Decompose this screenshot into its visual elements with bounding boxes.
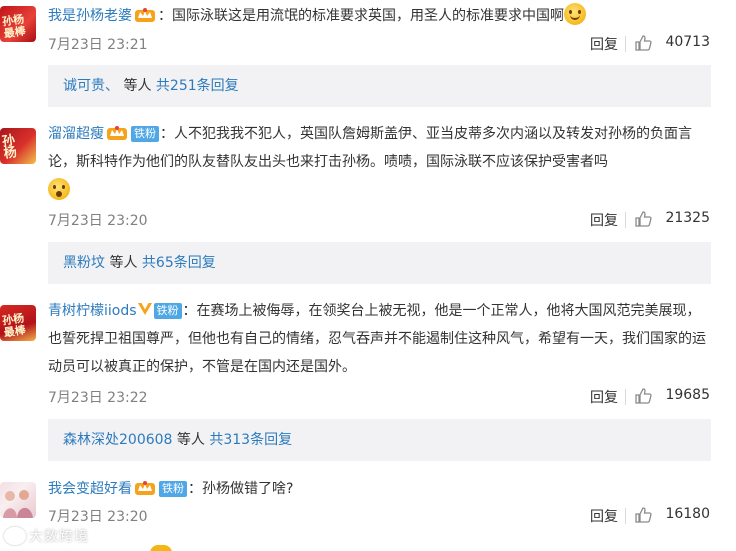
avatar-caption: 孙杨 <box>1 133 18 162</box>
divider <box>625 389 626 405</box>
smile-emoji-icon <box>564 3 586 25</box>
comment-meta: 7月23日 23:20 回复 21325 <box>48 210 710 230</box>
comment-time: 7月23日 23:20 <box>48 213 148 229</box>
subreply-bar[interactable]: 黑粉坟 等人 共65条回复 <box>48 242 711 284</box>
avatar[interactable]: 孙杨 <box>0 128 36 164</box>
verified-v-icon <box>137 303 152 315</box>
fan-badge: 铁粉 <box>153 303 182 319</box>
subreply-user[interactable]: 诚可贵、 <box>63 78 119 94</box>
fan-badge: 铁粉 <box>159 481 187 497</box>
comment-time: 7月23日 23:20 <box>48 509 148 525</box>
avatar[interactable]: 孙杨 最棒 <box>0 6 36 42</box>
fan-badge: 铁粉 <box>131 126 159 142</box>
thumbs-up-icon[interactable] <box>634 210 652 228</box>
reply-button[interactable]: 回复 <box>590 387 618 407</box>
comment-body: 我会变超好看 铁粉 ：孙杨做错了啥? <box>48 475 714 503</box>
avatar-photo-icon <box>3 490 33 518</box>
subreply-mid: 等人 <box>172 432 210 448</box>
avatar-caption: 孙杨 最棒 <box>1 311 27 340</box>
subreply-count-link[interactable]: 共65条回复 <box>142 255 216 271</box>
comment-body: 溜溜超瘦 铁粉 ：人不犯我我不犯人，英国队詹姆斯盖伊、亚当皮蒂多次内涵以及转发对孙杨… <box>48 120 714 205</box>
username-link[interactable]: 青树柠檬iiods <box>48 303 137 319</box>
reply-button[interactable]: 回复 <box>590 210 618 230</box>
divider <box>625 508 626 524</box>
avatar-caption: 孙杨 最棒 <box>1 12 27 41</box>
surprised-emoji-icon <box>48 178 70 200</box>
subreply-user[interactable]: 森林深处200608 <box>63 432 172 448</box>
comment-meta: 7月23日 23:21 回复 40713 <box>48 34 710 54</box>
watermark-text: 大数跨境 <box>29 529 89 545</box>
thumbs-up-icon[interactable] <box>634 34 652 52</box>
username-link[interactable]: 我会变超好看 <box>48 481 132 497</box>
crown-badge-icon <box>107 126 127 140</box>
like-count[interactable]: 16180 <box>665 506 710 522</box>
username-link[interactable]: 我是孙杨老婆 <box>48 8 132 24</box>
like-count[interactable]: 40713 <box>665 34 710 50</box>
subreply-bar[interactable]: 森林深处200608 等人 共313条回复 <box>48 419 711 461</box>
comment-meta: 7月23日 23:22 回复 19685 <box>48 387 710 407</box>
avatar[interactable]: 孙杨 最棒 <box>0 305 36 341</box>
avatar[interactable] <box>0 482 36 518</box>
comment-text: ：国际泳联这是用流氓的标准要求英国，用圣人的标准要求中国啊 <box>158 8 564 24</box>
divider <box>625 36 626 52</box>
comment-meta: 7月23日 23:20 回复 16180 <box>48 506 710 526</box>
crown-badge-icon <box>135 481 155 495</box>
comment-text: ：孙杨做错了啥? <box>188 481 294 497</box>
subreply-mid: 等人 <box>105 255 142 271</box>
watermark: 大数跨境 <box>4 526 89 546</box>
thumbs-up-icon[interactable] <box>634 387 652 405</box>
comment-body: 我是孙杨老婆 ：国际泳联这是用流氓的标准要求英国，用圣人的标准要求中国啊 <box>48 2 714 30</box>
reply-button[interactable]: 回复 <box>590 34 618 54</box>
comment-time: 7月23日 23:21 <box>48 37 148 53</box>
comment-time: 7月23日 23:22 <box>48 390 148 406</box>
reply-button[interactable]: 回复 <box>590 506 618 526</box>
subreply-mid: 等人 <box>119 78 156 94</box>
subreply-count-link[interactable]: 共313条回复 <box>209 432 292 448</box>
subreply-bar[interactable]: 诚可贵、 等人 共251条回复 <box>48 65 711 107</box>
divider <box>625 212 626 228</box>
comment-body: 青树柠檬iiods 铁粉 ：在赛场上被侮辱，在领奖台上被无视，他是一个正常人，他将大… <box>48 297 714 381</box>
like-count[interactable]: 19685 <box>665 387 710 403</box>
username-link[interactable]: 溜溜超瘦 <box>48 126 104 142</box>
subreply-user[interactable]: 黑粉坟 <box>63 255 105 271</box>
thumbs-up-icon[interactable] <box>634 506 652 524</box>
subreply-count-link[interactable]: 共251条回复 <box>156 78 239 94</box>
watermark-logo-icon <box>4 527 26 545</box>
next-comment-badge-icon <box>150 545 172 551</box>
like-count[interactable]: 21325 <box>665 210 710 226</box>
crown-badge-icon <box>135 8 155 22</box>
